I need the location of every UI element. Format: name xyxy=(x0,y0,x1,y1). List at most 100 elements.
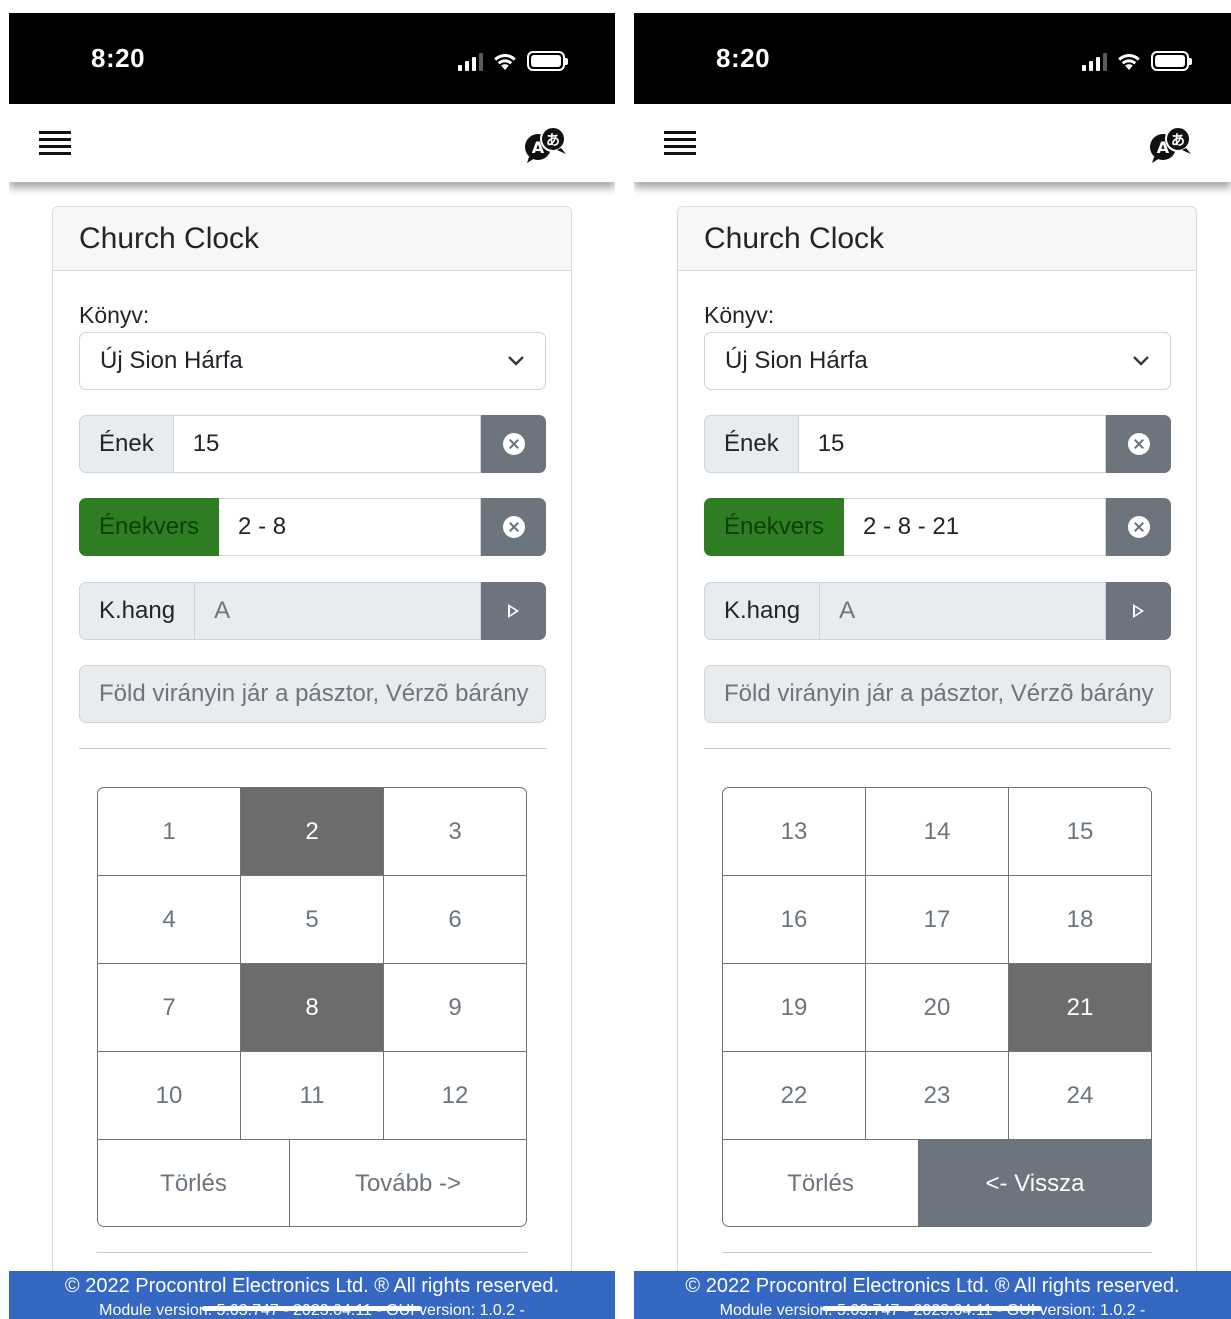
verse-cell[interactable]: 15 xyxy=(1009,788,1151,875)
verse-cell[interactable]: 7 xyxy=(98,964,241,1051)
verse-cell[interactable]: 11 xyxy=(241,1052,384,1139)
grid-row: 1 2 3 xyxy=(98,788,526,876)
verse-cell[interactable]: 22 xyxy=(723,1052,866,1139)
book-select[interactable]: Új Sion Hárfa xyxy=(704,332,1171,390)
status-icons xyxy=(458,49,568,71)
enek-label: Ének xyxy=(704,415,799,473)
hamburger-menu-icon[interactable] xyxy=(664,131,696,157)
grid-action-row: Törlés <- Vissza xyxy=(723,1140,1151,1226)
status-bar: 8:20 xyxy=(634,13,1231,104)
enek-label: Ének xyxy=(79,415,174,473)
divider xyxy=(704,748,1171,749)
battery-icon xyxy=(527,51,568,71)
enek-clear-button[interactable] xyxy=(481,415,546,473)
clear-circle-x-icon xyxy=(502,516,525,538)
verse-number-grid: 1 2 3 4 5 6 7 8 9 10 11 12 Törlés Tovább xyxy=(97,787,527,1227)
footer: © 2022 Procontrol Electronics Ltd. ® All… xyxy=(9,1271,615,1319)
verse-cell[interactable]: 20 xyxy=(866,964,1009,1051)
clear-circle-x-icon xyxy=(1127,433,1150,455)
verse-cell[interactable]: 17 xyxy=(866,876,1009,963)
grid-row: 10 11 12 xyxy=(98,1052,526,1140)
verse-cell[interactable]: 14 xyxy=(866,788,1009,875)
enekvers-clear-button[interactable] xyxy=(481,498,546,556)
svg-text:A: A xyxy=(1157,138,1170,157)
grid-row: 7 8 9 xyxy=(98,964,526,1052)
enek-input[interactable]: 15 xyxy=(798,415,1106,473)
enekvers-clear-button[interactable] xyxy=(1106,498,1171,556)
enekvers-input[interactable]: 2 - 8 - 21 xyxy=(844,498,1106,556)
cellular-signal-icon xyxy=(1082,53,1107,71)
divider xyxy=(722,1252,1152,1253)
wifi-icon xyxy=(494,54,516,70)
top-navbar: A あ xyxy=(634,104,1231,182)
enek-input-group: Ének 15 xyxy=(79,415,546,473)
card-title: Church Clock xyxy=(678,207,1196,271)
verse-cell[interactable]: 24 xyxy=(1009,1052,1151,1139)
top-navbar: A あ xyxy=(9,104,615,182)
verse-cell[interactable]: 1 xyxy=(98,788,241,875)
verse-cell[interactable]: 23 xyxy=(866,1052,1009,1139)
chevron-down-icon xyxy=(1133,356,1149,366)
church-clock-card: Church Clock Könyv: Új Sion Hárfa Ének 1… xyxy=(677,206,1197,1319)
book-label: Könyv: xyxy=(704,302,775,328)
khang-play-button[interactable] xyxy=(481,582,546,640)
enekvers-label: Énekvers xyxy=(704,498,845,556)
khang-play-button[interactable] xyxy=(1106,582,1171,640)
back-button[interactable]: <- Vissza xyxy=(919,1140,1151,1226)
home-indicator[interactable] xyxy=(202,1306,422,1311)
verse-cell[interactable]: 16 xyxy=(723,876,866,963)
hymn-title-field: Föld virányin jár a pásztor, Vérzõ bárán… xyxy=(704,665,1171,723)
verse-cell[interactable]: 18 xyxy=(1009,876,1151,963)
book-select[interactable]: Új Sion Hárfa xyxy=(79,332,546,390)
grid-row: 19 20 21 xyxy=(723,964,1151,1052)
svg-text:A: A xyxy=(532,138,545,157)
clear-circle-x-icon xyxy=(502,433,525,455)
grid-row: 4 5 6 xyxy=(98,876,526,964)
book-select-value: Új Sion Hárfa xyxy=(100,347,243,374)
status-time: 8:20 xyxy=(91,43,146,73)
delete-button[interactable]: Törlés xyxy=(98,1140,290,1226)
next-button[interactable]: Tovább -> xyxy=(290,1140,526,1226)
wifi-icon xyxy=(1118,54,1140,70)
khang-label: K.hang xyxy=(79,582,196,640)
verse-cell[interactable]: 19 xyxy=(723,964,866,1051)
status-time: 8:20 xyxy=(716,43,771,73)
book-select-value: Új Sion Hárfa xyxy=(725,347,868,374)
church-clock-card: Church Clock Könyv: Új Sion Hárfa Ének 1… xyxy=(52,206,572,1319)
verse-cell[interactable]: 9 xyxy=(384,964,526,1051)
enekvers-input[interactable]: 2 - 8 xyxy=(219,498,481,556)
phone-screen-left: 8:20 A あ Church Clock Könyv: Új Sion Hár… xyxy=(9,13,615,1319)
grid-row: 22 23 24 xyxy=(723,1052,1151,1140)
clear-circle-x-icon xyxy=(1127,516,1150,538)
grid-action-row: Törlés Tovább -> xyxy=(98,1140,526,1226)
verse-cell[interactable]: 10 xyxy=(98,1052,241,1139)
verse-cell[interactable]: 4 xyxy=(98,876,241,963)
verse-cell-selected[interactable]: 8 xyxy=(241,964,384,1051)
home-indicator[interactable] xyxy=(822,1306,1042,1311)
verse-cell-selected[interactable]: 2 xyxy=(241,788,384,875)
delete-button[interactable]: Törlés xyxy=(723,1140,919,1226)
khang-value: A xyxy=(820,582,1106,640)
enek-input[interactable]: 15 xyxy=(173,415,481,473)
enek-clear-button[interactable] xyxy=(1106,415,1171,473)
verse-cell[interactable]: 13 xyxy=(723,788,866,875)
khang-input-group: K.hang A xyxy=(79,582,546,640)
hamburger-menu-icon[interactable] xyxy=(39,131,71,157)
svg-text:あ: あ xyxy=(546,133,560,149)
cellular-signal-icon xyxy=(458,53,483,71)
grid-row: 13 14 15 xyxy=(723,788,1151,876)
translate-language-icon[interactable]: A あ xyxy=(1146,124,1194,164)
verse-cell[interactable]: 5 xyxy=(241,876,384,963)
verse-cell[interactable]: 12 xyxy=(384,1052,526,1139)
enekvers-input-group: Énekvers 2 - 8 xyxy=(79,498,546,556)
status-icons xyxy=(1082,49,1192,71)
book-label: Könyv: xyxy=(79,302,150,328)
enekvers-label: Énekvers xyxy=(79,498,220,556)
verse-cell[interactable]: 6 xyxy=(384,876,526,963)
phone-screen-right: 8:20 A あ Church Clock Könyv: Új Sion Hár… xyxy=(634,13,1231,1319)
verse-cell-selected[interactable]: 21 xyxy=(1009,964,1151,1051)
translate-language-icon[interactable]: A あ xyxy=(521,124,569,164)
divider xyxy=(97,1252,527,1253)
svg-text:あ: あ xyxy=(1171,133,1185,149)
verse-cell[interactable]: 3 xyxy=(384,788,526,875)
